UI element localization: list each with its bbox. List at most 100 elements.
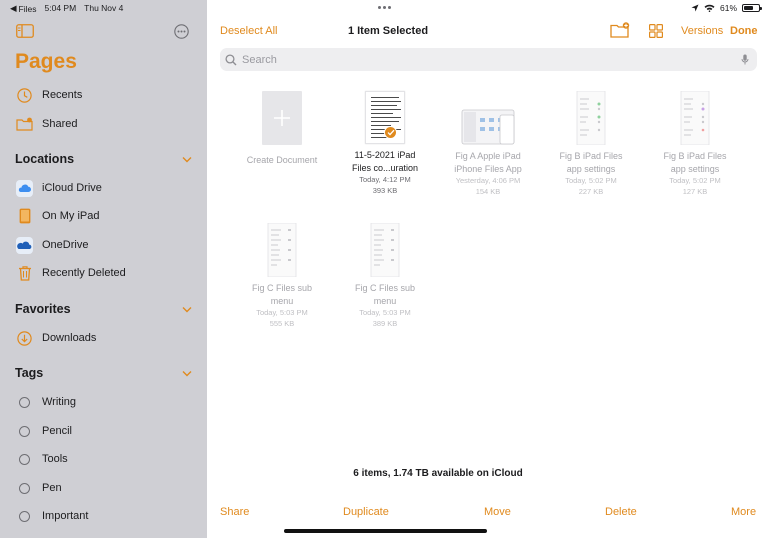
home-indicator[interactable] (284, 529, 487, 533)
file-size: 555 KB (269, 319, 295, 328)
back-app-name: Files (18, 3, 37, 14)
sidebar-item-label: Writing (42, 396, 77, 408)
battery-percent: 61% (719, 3, 737, 13)
file-date: Yesterday, 4:06 PM (455, 176, 521, 185)
file-size: 154 KB (475, 187, 501, 196)
sidebar-tag-writing[interactable]: Writing (16, 391, 76, 413)
versions-button[interactable]: Versions (681, 25, 723, 37)
more-options-icon[interactable] (174, 24, 189, 39)
tag-circle-icon (19, 396, 30, 408)
done-button[interactable]: Done (730, 25, 758, 37)
sidebar-tag-important[interactable]: Important (16, 505, 88, 527)
status-bar-left: ◀ Files 5:04 PM Thu Nov 4 (10, 3, 123, 14)
search-bar[interactable] (220, 48, 757, 71)
file-name: Fig A Apple iPad iPhone Files App (438, 150, 538, 175)
document-thumbnail (365, 91, 405, 144)
sidebar-tag-tools[interactable]: Tools (16, 448, 68, 470)
sidebar-item-label: iCloud Drive (42, 182, 102, 194)
sidebar-tag-pen[interactable]: Pen (16, 477, 62, 499)
battery-icon (742, 4, 762, 12)
sidebar-item-label: Pencil (42, 425, 72, 437)
file-name: Fig B iPad Files app settings (645, 150, 745, 175)
sidebar-item-label: Important (42, 510, 89, 522)
file-name-line: app settings (670, 163, 720, 174)
file-name: Fig B iPad Files app settings (541, 150, 641, 175)
sidebar-item-label: Recents (42, 89, 83, 101)
screenshot-thumbnail (680, 90, 710, 146)
sidebar-item-downloads[interactable]: Downloads (16, 327, 96, 349)
delete-button[interactable]: Delete (605, 506, 637, 518)
file-name-line: iPhone Files App (454, 163, 522, 174)
file-name-line: app settings (566, 163, 616, 174)
move-button[interactable]: Move (484, 506, 511, 518)
file-name-line: menu (270, 295, 294, 306)
share-button[interactable]: Share (220, 506, 249, 518)
back-arrow-icon: ◀ (10, 3, 17, 13)
sidebar-toggle-icon[interactable] (16, 24, 34, 38)
file-item[interactable]: 11-5-2021 iPad Files co...uration Today,… (335, 91, 435, 196)
duplicate-button[interactable]: Duplicate (343, 506, 389, 518)
file-item[interactable]: Fig B iPad Files app settings Today, 5:0… (645, 90, 745, 197)
sidebar-item-label: Downloads (42, 332, 97, 344)
sidebar-item-on-my-ipad[interactable]: On My iPad (16, 205, 99, 227)
tag-circle-icon (19, 425, 30, 437)
grid-view-icon[interactable] (649, 24, 663, 38)
onedrive-icon (16, 236, 33, 254)
clock-icon (16, 87, 33, 104)
sidebar-item-recents[interactable]: Recents (16, 84, 82, 106)
file-date: Today, 5:02 PM (669, 176, 721, 185)
sidebar-item-label: On My iPad (42, 210, 100, 222)
file-name-line: Files co...uration (351, 162, 419, 173)
sidebar-item-label: OneDrive (42, 239, 89, 251)
status-bar-right: 61% (691, 3, 762, 13)
file-name-line: Fig B iPad Files (663, 151, 727, 161)
file-date: Today, 5:03 PM (359, 308, 411, 317)
status-date: Thu Nov 4 (84, 3, 124, 13)
ipad-icon (16, 208, 33, 225)
search-icon (225, 53, 237, 65)
search-input[interactable] (242, 53, 741, 66)
file-name: Fig C Files sub menu (232, 282, 332, 307)
sidebar-item-onedrive[interactable]: OneDrive (16, 234, 88, 256)
multitasking-dots-icon[interactable] (378, 6, 391, 9)
status-time: 5:04 PM (44, 3, 77, 13)
more-button[interactable]: More (731, 506, 756, 518)
sidebar-item-label: Tools (42, 453, 68, 465)
shared-folder-icon (16, 116, 33, 133)
file-item[interactable]: Fig C Files sub menu Today, 5:03 PM 555 … (232, 222, 332, 329)
file-name-line: 11-5-2021 iPad (354, 150, 416, 160)
section-title: Locations (15, 152, 75, 166)
section-title: Favorites (15, 302, 71, 316)
sidebar-item-shared[interactable]: Shared (16, 113, 77, 135)
file-name-line: Fig C Files sub (251, 283, 313, 293)
screenshot-thumbnail (370, 222, 400, 278)
section-header-favorites[interactable]: Favorites (15, 302, 192, 316)
create-document-tile[interactable]: Create Document (232, 91, 332, 165)
section-header-tags[interactable]: Tags (15, 366, 192, 380)
sidebar-item-label: Recently Deleted (42, 267, 126, 279)
sidebar-tag-pencil[interactable]: Pencil (16, 420, 72, 442)
file-date: Today, 5:03 PM (256, 308, 308, 317)
microphone-icon[interactable] (741, 54, 749, 65)
file-name-line: Fig B iPad Files (559, 151, 623, 161)
location-arrow-icon (691, 4, 699, 12)
sidebar-item-label: Shared (42, 118, 78, 130)
chevron-down-icon (182, 306, 192, 312)
back-to-app-link[interactable]: ◀ Files (10, 3, 37, 14)
deselect-all-button[interactable]: Deselect All (220, 25, 277, 37)
chevron-down-icon (182, 156, 192, 162)
file-name: Create Document (246, 155, 318, 165)
section-header-locations[interactable]: Locations (15, 152, 192, 166)
file-item[interactable]: Fig B iPad Files app settings Today, 5:0… (541, 90, 641, 197)
sidebar-item-recently-deleted[interactable]: Recently Deleted (16, 262, 126, 284)
sidebar-title: Pages (15, 50, 77, 73)
file-item[interactable]: Fig A Apple iPad iPhone Files App Yester… (438, 91, 538, 197)
tag-circle-icon (19, 510, 30, 522)
sidebar-item-label: Pen (42, 482, 62, 494)
file-item[interactable]: Fig C Files sub menu Today, 5:03 PM 389 … (335, 222, 435, 329)
file-name: 11-5-2021 iPad Files co...uration (335, 149, 435, 174)
new-folder-icon[interactable] (610, 22, 630, 38)
sidebar-item-icloud-drive[interactable]: iCloud Drive (16, 177, 102, 199)
tag-circle-icon (19, 453, 30, 465)
tag-circle-icon (19, 482, 30, 494)
